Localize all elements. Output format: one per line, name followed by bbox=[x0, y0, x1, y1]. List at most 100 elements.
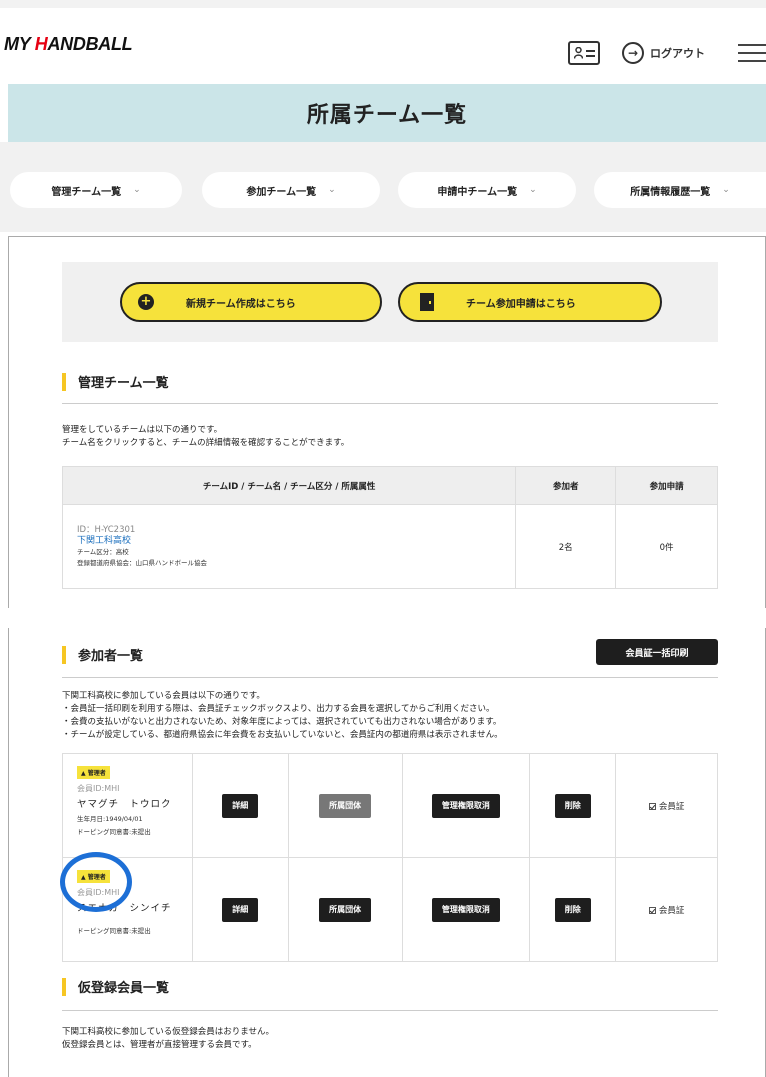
tab-label: 所属情報履歴一覧 bbox=[630, 186, 711, 198]
section-title: 管理チーム一覧 bbox=[78, 376, 169, 391]
managed-teams-table: チームID / チーム名 / チーム区分 / 所属属性 参加者 参加申請 ID：… bbox=[61, 466, 718, 589]
group-cell: 所属団体 bbox=[287, 753, 403, 858]
member-info: ▲ 管理者 会員ID:MHI ヤマグチ トウロク 生年月日:1949/04/01… bbox=[62, 753, 193, 858]
desc-line: ・会費の支払いがないと出力されないため、対象年度によっては、選択されていても出力… bbox=[62, 717, 502, 727]
team-association: 登録都道府県協会：山口県ハンドボール協会 bbox=[77, 558, 207, 567]
participants-table: ▲ 管理者 会員ID:MHI ヤマグチ トウロク 生年月日:1949/04/01… bbox=[62, 753, 718, 962]
tab-pending-teams[interactable]: 申請中チーム一覧 ⌄ bbox=[398, 172, 576, 208]
delete-button[interactable]: 削除 bbox=[554, 897, 591, 922]
checkbox-label: 会員証 bbox=[658, 905, 685, 916]
member-birthdate: 生年月日:1949/04/01 bbox=[77, 815, 143, 823]
heading-accent bbox=[62, 977, 66, 996]
chevron-down-icon: ⌄ bbox=[722, 185, 730, 195]
person-icon bbox=[574, 47, 583, 59]
desc-line: ・チームが設定している、都道府県協会に年会費をお支払いしていないと、会員証内の都… bbox=[62, 730, 503, 740]
doping-status: ドーピング同意書:未提出 bbox=[77, 927, 151, 935]
detail-button[interactable]: 詳細 bbox=[222, 897, 259, 922]
join-team-label: チーム参加申請はこちら bbox=[466, 298, 576, 310]
desc-line: 仮登録会員とは、管理者が直接管理する会員です。 bbox=[62, 1040, 257, 1050]
logout-icon: → bbox=[622, 42, 644, 64]
section-title: 参加者一覧 bbox=[78, 649, 144, 664]
heading-accent bbox=[62, 645, 66, 664]
divider bbox=[62, 1010, 718, 1011]
desc-line: ・会員証一括印刷を利用する際は、会員証チェックボックスより、出力する会員を選択し… bbox=[62, 704, 495, 714]
desc-line: 管理をしているチームは以下の通りです。 bbox=[62, 425, 223, 435]
tab-history[interactable]: 所属情報履歴一覧 ⌄ bbox=[594, 172, 766, 208]
participants-heading: 参加者一覧 bbox=[62, 645, 143, 664]
top-bar: MY HANDBALL → ログアウト bbox=[0, 0, 766, 84]
delete-cell: 削除 bbox=[529, 753, 617, 858]
heading-accent bbox=[62, 372, 66, 391]
col-team: チームID / チーム名 / チーム区分 / 所属属性 bbox=[61, 466, 517, 505]
table-header-row: チームID / チーム名 / チーム区分 / 所属属性 参加者 参加申請 bbox=[61, 466, 718, 505]
checkbox-label: 会員証 bbox=[658, 801, 685, 812]
admin-cell: 管理権限取消 bbox=[401, 857, 531, 962]
checkbox-icon bbox=[648, 906, 656, 914]
logo-prefix: MY bbox=[4, 34, 35, 54]
checkbox-icon bbox=[648, 802, 656, 810]
door-entry-icon bbox=[420, 293, 434, 311]
tab-joined-teams[interactable]: 参加チーム一覧 ⌄ bbox=[202, 172, 380, 208]
detail-cell: 詳細 bbox=[191, 857, 289, 962]
section-title: 仮登録会員一覧 bbox=[78, 981, 170, 996]
badge-label: 管理者 bbox=[87, 770, 106, 777]
bulk-print-button[interactable]: 会員証一括印刷 bbox=[596, 639, 718, 665]
hamburger-menu-icon[interactable] bbox=[738, 44, 766, 62]
logout-button[interactable]: → ログアウト bbox=[622, 41, 705, 65]
team-category: チーム区分：高校 bbox=[77, 547, 129, 556]
desc-line: 下関工科高校に参加している会員は以下の通りです。 bbox=[62, 691, 265, 701]
logo-h: H bbox=[34, 34, 48, 54]
team-id: ID：H-YC2301 bbox=[77, 524, 136, 535]
logout-label: ログアウト bbox=[650, 47, 705, 60]
doping-status: ドーピング同意書:未提出 bbox=[77, 828, 151, 836]
person-icon: ▲ bbox=[81, 770, 86, 777]
provisional-heading: 仮登録会員一覧 bbox=[62, 977, 169, 996]
request-count: 0件 bbox=[615, 504, 718, 589]
revoke-admin-button[interactable]: 管理権限取消 bbox=[431, 793, 500, 818]
create-team-label: 新規チーム作成はこちら bbox=[186, 298, 296, 310]
tab-label: 申請中チーム一覧 bbox=[437, 186, 518, 198]
member-id: 会員ID:MHI bbox=[77, 784, 120, 793]
tab-bar: 管理チーム一覧 ⌄ 参加チーム一覧 ⌄ 申請中チーム一覧 ⌄ 所属情報履歴一覧 ⌄ bbox=[0, 142, 766, 232]
team-cell: ID：H-YC2301 下関工科高校 チーム区分：高校 登録都道府県協会：山口県… bbox=[61, 504, 517, 589]
divider bbox=[62, 403, 718, 404]
site-logo[interactable]: MY HANDBALL bbox=[4, 34, 133, 55]
member-card-checkbox[interactable]: 会員証 bbox=[648, 801, 685, 812]
plus-circle-icon: + bbox=[138, 294, 154, 310]
delete-button[interactable]: 削除 bbox=[554, 793, 591, 818]
divider bbox=[62, 677, 718, 678]
chevron-down-icon: ⌄ bbox=[328, 185, 336, 195]
table-row: ▲ 管理者 会員ID:MHI ヤマグチ トウロク 生年月日:1949/04/01… bbox=[62, 753, 718, 858]
team-name-link[interactable]: 下関工科高校 bbox=[77, 536, 515, 547]
chevron-down-icon: ⌄ bbox=[529, 185, 537, 195]
member-name: ヤマグチ トウロク bbox=[77, 799, 172, 810]
member-card-icon[interactable] bbox=[568, 41, 600, 65]
admin-cell: 管理権限取消 bbox=[401, 753, 531, 858]
highlight-circle-annotation bbox=[60, 852, 132, 912]
desc-line: 下関工科高校に参加している仮登録会員はおりません。 bbox=[62, 1027, 274, 1037]
member-card-checkbox[interactable]: 会員証 bbox=[648, 905, 685, 916]
create-team-button[interactable]: + 新規チーム作成はこちら bbox=[120, 282, 382, 322]
desc-line: チーム名をクリックすると、チームの詳細情報を確認することができます。 bbox=[62, 438, 350, 448]
detail-button[interactable]: 詳細 bbox=[222, 793, 259, 818]
affiliation-button[interactable]: 所属団体 bbox=[319, 897, 372, 922]
affiliation-button[interactable]: 所属団体 bbox=[319, 793, 372, 818]
managed-description: 管理をしているチームは以下の通りです。 チーム名をクリックすると、チームの詳細情… bbox=[62, 424, 349, 450]
tab-managed-teams[interactable]: 管理チーム一覧 ⌄ bbox=[10, 172, 182, 208]
col-requests: 参加申請 bbox=[615, 466, 718, 505]
page-title: 所属チーム一覧 bbox=[8, 84, 766, 142]
table-row: ▲ 管理者 会員ID:MHI スエナガ シンイチ ドーピング同意書:未提出 詳細… bbox=[62, 857, 718, 962]
chevron-down-icon: ⌄ bbox=[133, 185, 141, 195]
card-cell: 会員証 bbox=[615, 753, 718, 858]
join-team-button[interactable]: チーム参加申請はこちら bbox=[398, 282, 662, 322]
logo-rest: ANDBALL bbox=[47, 34, 133, 54]
col-members: 参加者 bbox=[515, 466, 617, 505]
member-count: 2名 bbox=[515, 504, 617, 589]
tab-label: 管理チーム一覧 bbox=[51, 186, 122, 198]
revoke-admin-button[interactable]: 管理権限取消 bbox=[431, 897, 500, 922]
detail-cell: 詳細 bbox=[191, 753, 289, 858]
card-cell: 会員証 bbox=[615, 857, 718, 962]
tab-label: 参加チーム一覧 bbox=[246, 186, 317, 198]
admin-badge: ▲ 管理者 bbox=[77, 766, 110, 779]
table-row: ID：H-YC2301 下関工科高校 チーム区分：高校 登録都道府県協会：山口県… bbox=[61, 504, 718, 589]
